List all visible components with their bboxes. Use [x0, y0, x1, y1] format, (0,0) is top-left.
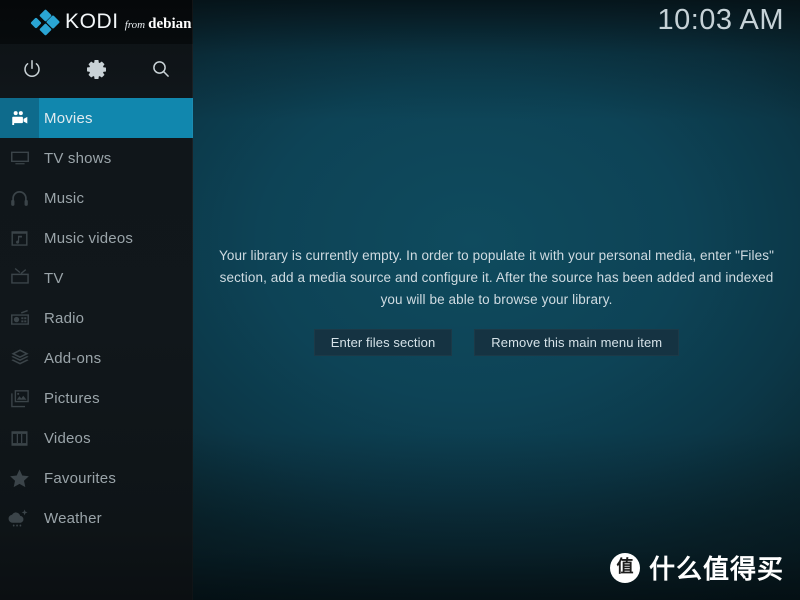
sidebar-item-label: Add-ons	[44, 349, 102, 367]
sidebar-item-label: TV	[44, 269, 64, 287]
radio-icon	[0, 298, 39, 338]
sidebar-item-tv-shows[interactable]: TV shows	[0, 138, 193, 178]
empty-library-message: Your library is currently empty. In orde…	[219, 247, 774, 307]
sidebar-item-weather[interactable]: Weather	[0, 498, 193, 538]
sidebar-item-videos[interactable]: Videos	[0, 418, 193, 458]
logo-debian-text: debian	[148, 16, 192, 32]
watermark-text: 什么值得买	[648, 555, 784, 585]
sidebar: KODI from debian Movies TV shows Music M…	[0, 0, 193, 600]
logo-bar: KODI from debian	[0, 0, 193, 44]
remove-main-menu-item-button[interactable]: Remove this main menu item	[474, 328, 680, 356]
main-content: Your library is currently empty. In orde…	[193, 0, 800, 600]
logo-text: KODI from debian	[65, 10, 191, 34]
movie-camera-icon	[0, 98, 39, 138]
sidebar-item-add-ons[interactable]: Add-ons	[0, 338, 193, 378]
sidebar-item-pictures[interactable]: Pictures	[0, 378, 193, 418]
enter-files-section-button[interactable]: Enter files section	[313, 328, 453, 356]
sidebar-item-music-videos[interactable]: Music videos	[0, 218, 193, 258]
kodi-window: KODI from debian Movies TV shows Music M…	[0, 0, 800, 600]
sidebar-item-music[interactable]: Music	[0, 178, 193, 218]
sidebar-item-label: Movies	[44, 109, 93, 127]
television-icon	[0, 138, 39, 178]
sidebar-item-label: Videos	[44, 429, 91, 447]
sidebar-item-movies[interactable]: Movies	[0, 98, 193, 138]
tv-antenna-icon	[0, 258, 39, 298]
cloud-sun-rain-icon	[0, 498, 39, 538]
sidebar-item-label: TV shows	[44, 149, 112, 167]
watermark: 值 什么值得买	[609, 549, 784, 586]
sidebar-toolbar	[0, 44, 193, 94]
sidebar-item-label: Radio	[44, 309, 85, 327]
headphones-icon	[0, 178, 39, 218]
film-strip-icon	[0, 418, 39, 458]
sidebar-item-label: Favourites	[44, 469, 117, 487]
open-box-icon	[0, 338, 39, 378]
clock: 10:03 AM	[657, 4, 784, 36]
star-icon	[0, 458, 39, 498]
logo-kodi-text: KODI	[65, 10, 119, 33]
sidebar-item-label: Weather	[44, 509, 102, 527]
kodi-logo-icon	[30, 8, 61, 36]
watermark-badge-icon: 值	[609, 552, 640, 583]
logo-from-text: from	[124, 19, 146, 31]
power-icon	[22, 59, 42, 79]
action-buttons: Enter files section Remove this main men…	[313, 328, 680, 356]
film-note-icon	[0, 218, 39, 258]
search-icon	[151, 59, 171, 79]
sidebar-item-tv[interactable]: TV	[0, 258, 193, 298]
photos-icon	[0, 378, 39, 418]
main-menu: Movies TV shows Music Music videos TV Ra…	[0, 98, 193, 538]
gear-icon	[86, 59, 107, 80]
sidebar-item-favourites[interactable]: Favourites	[0, 458, 193, 498]
sidebar-item-label: Music videos	[44, 229, 134, 247]
settings-button[interactable]	[64, 44, 128, 94]
sidebar-item-label: Pictures	[44, 389, 100, 407]
search-button[interactable]	[129, 44, 193, 94]
power-button[interactable]	[0, 44, 64, 94]
sidebar-item-label: Music	[44, 189, 85, 207]
sidebar-item-radio[interactable]: Radio	[0, 298, 193, 338]
